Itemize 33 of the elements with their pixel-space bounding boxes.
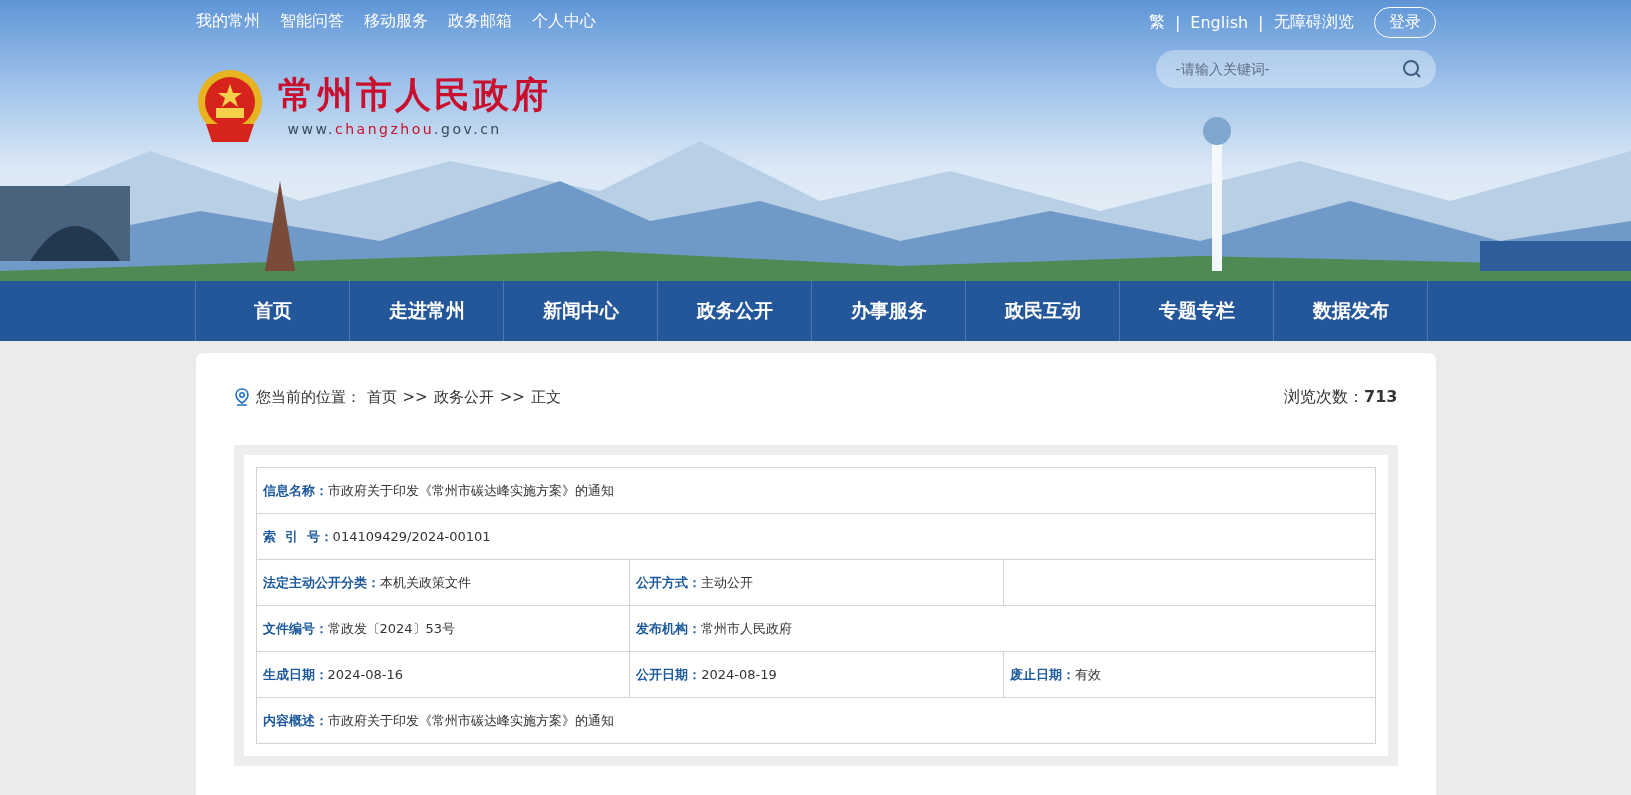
info-cell: 公开方式：主动公开 <box>629 559 1004 606</box>
info-cell: 文件编号：常政发〔2024〕53号 <box>256 605 630 652</box>
breadcrumb-separator: >> <box>402 388 428 406</box>
breadcrumb-link[interactable]: 正文 <box>530 387 561 407</box>
views-label: 浏览次数： <box>1284 386 1365 408</box>
location-pin-icon <box>233 388 250 406</box>
site-title: 常州市人民政府 <box>277 75 551 115</box>
info-cell: 内容概述：市政府关于印发《常州市碳达峰实施方案》的通知 <box>256 697 1375 744</box>
info-cell: 发布机构：常州市人民政府 <box>629 605 1375 652</box>
info-cell: 生成日期：2024-08-16 <box>256 651 630 698</box>
nav-tab[interactable]: 数据发布 <box>1274 281 1428 341</box>
views-count: 713 <box>1364 386 1398 408</box>
breadcrumb-link[interactable]: 首页 <box>366 387 397 407</box>
search-icon[interactable] <box>1401 59 1422 79</box>
info-cell: 公开日期：2024-08-19 <box>629 651 1004 698</box>
info-cell: 法定主动公开分类：本机关政策文件 <box>256 559 630 606</box>
separator-text: | <box>1174 13 1181 32</box>
info-cell: 废止日期：有效 <box>1003 651 1375 698</box>
nav-tab[interactable]: 政务公开 <box>658 281 812 341</box>
emblem-icon <box>195 68 264 144</box>
nav-tab[interactable]: 专题专栏 <box>1120 281 1274 341</box>
breadcrumb-link[interactable]: 政务公开 <box>433 387 494 407</box>
nav-tab[interactable]: 走进常州 <box>350 281 504 341</box>
nav-tab[interactable]: 政民互动 <box>966 281 1120 341</box>
breadcrumb-separator: >> <box>499 388 525 406</box>
nav-tab[interactable]: 办事服务 <box>812 281 966 341</box>
breadcrumb-label: 您当前的位置： <box>255 387 361 407</box>
nav-tab[interactable]: 首页 <box>196 281 350 341</box>
nav-tab[interactable]: 新闻中心 <box>504 281 658 341</box>
info-cell: 信息名称：市政府关于印发《常州市碳达峰实施方案》的通知 <box>256 467 1375 514</box>
site-url: www.changzhou.gov.cn <box>287 120 503 137</box>
separator-text: | <box>1258 13 1264 32</box>
info-cell: 索 引 号：014109429/2024-00101 <box>256 513 1375 560</box>
